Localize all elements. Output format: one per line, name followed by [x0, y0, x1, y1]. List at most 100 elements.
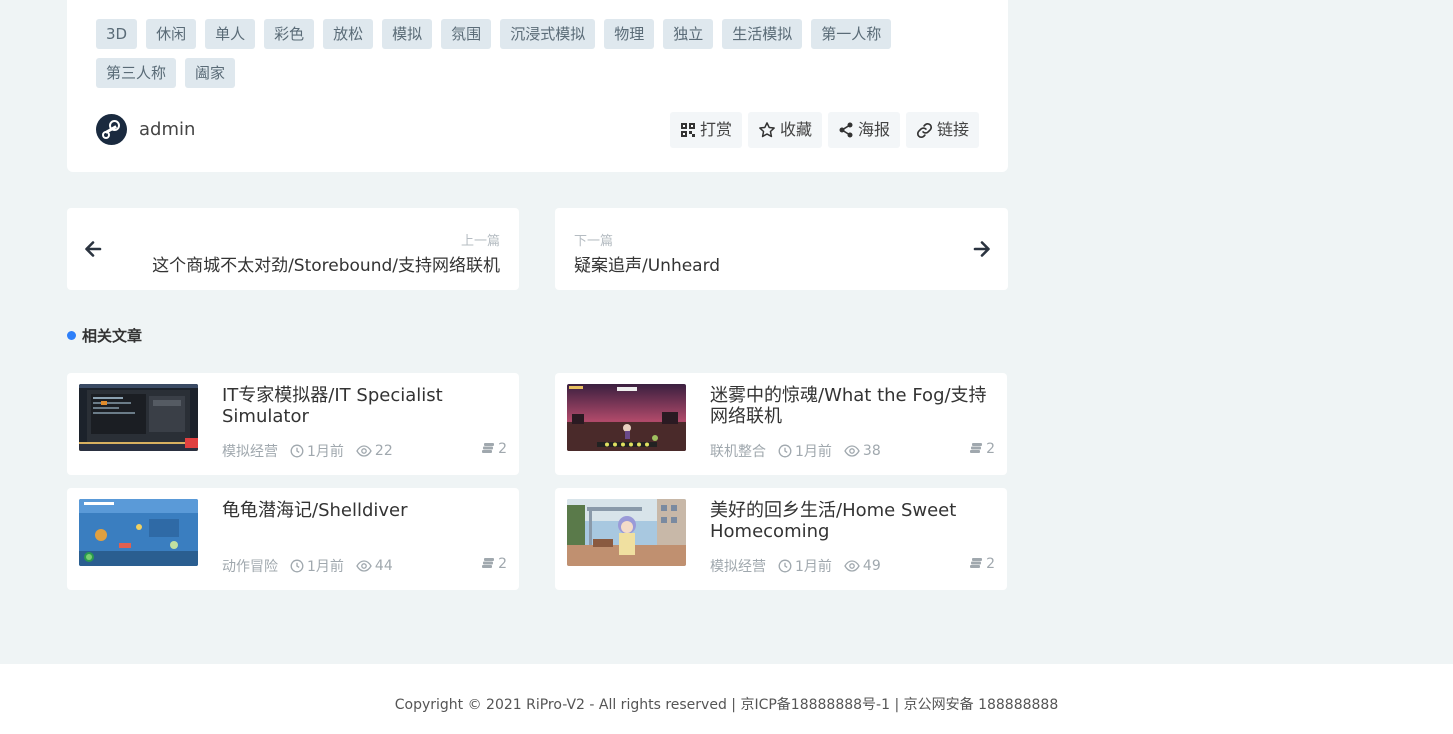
post-category[interactable]: 模拟经营 [222, 441, 278, 461]
favorite-button[interactable]: 收藏 [747, 112, 822, 148]
post-title[interactable]: 美好的回乡生活/Home Sweet Homecoming [710, 500, 995, 542]
tag[interactable]: 物理 [604, 19, 655, 49]
related-section-title: 相关文章 [67, 325, 142, 346]
clock-icon [778, 559, 792, 573]
post-time: 1月前 [290, 556, 344, 576]
post-time: 1月前 [778, 441, 832, 461]
post-meta: 模拟经营 1月前 49 [710, 556, 893, 576]
share-icon [838, 122, 854, 138]
post-time: 1月前 [290, 441, 344, 461]
post-meta: 模拟经营 1月前 22 [222, 441, 405, 461]
post-meta: 联机整合 1月前 38 [710, 441, 893, 461]
coin-count-text: 2 [498, 441, 507, 457]
tag[interactable]: 第三人称 [96, 58, 177, 88]
post-category[interactable]: 动作冒险 [222, 556, 278, 576]
clock-icon [290, 444, 304, 458]
next-label: 下一篇 [574, 234, 614, 249]
link-label: 链接 [936, 120, 969, 139]
post-views: 49 [844, 558, 881, 574]
tag[interactable]: 休闲 [146, 19, 197, 49]
eye-icon [356, 445, 372, 457]
post-views: 22 [356, 443, 393, 459]
post-coin-count: 2 [969, 556, 995, 572]
coins-icon [970, 558, 983, 568]
related-post-card[interactable]: IT专家模拟器/IT Specialist Simulator 模拟经营 1月前… [67, 373, 519, 475]
tag[interactable]: 阖家 [185, 58, 236, 88]
coin-count-text: 2 [986, 556, 995, 572]
related-post-card[interactable]: 迷雾中的惊魂/What the Fog/支持网络联机 联机整合 1月前 38 2 [555, 373, 1007, 475]
eye-icon [844, 445, 860, 457]
related-title-text: 相关文章 [82, 327, 143, 345]
tag[interactable]: 3D [96, 19, 138, 49]
tag[interactable]: 生活模拟 [722, 19, 803, 49]
tag[interactable]: 沉浸式模拟 [500, 19, 596, 49]
link-icon [916, 122, 933, 139]
post-coin-count: 2 [481, 441, 507, 457]
post-coin-count: 2 [969, 441, 995, 457]
tag[interactable]: 第一人称 [811, 19, 892, 49]
author-info[interactable]: admin [96, 114, 195, 145]
post-category[interactable]: 模拟经营 [710, 556, 766, 576]
poster-label: 海报 [857, 120, 890, 139]
bullet-dot-icon [67, 331, 76, 340]
post-title[interactable]: 龟龟潜海记/Shelldiver [222, 500, 507, 521]
favorite-label: 收藏 [779, 120, 812, 139]
tag[interactable]: 放松 [323, 19, 374, 49]
prev-post-link[interactable]: 上一篇 这个商城不太对劲/Storebound/支持网络联机 [67, 208, 519, 290]
coin-count-text: 2 [498, 556, 507, 572]
tag[interactable]: 彩色 [264, 19, 315, 49]
post-views-text: 44 [374, 558, 393, 574]
tag[interactable]: 氛围 [441, 19, 492, 49]
site-footer: Copyright © 2021 RiPro-V2 - All rights r… [0, 664, 1453, 734]
post-thumbnail[interactable] [567, 499, 686, 566]
next-post-link[interactable]: 下一篇 疑案追声/Unheard [555, 208, 1008, 290]
prev-title: 这个商城不太对劲/Storebound/支持网络联机 [152, 256, 500, 276]
post-time-text: 1月前 [307, 444, 344, 460]
related-post-card[interactable]: 美好的回乡生活/Home Sweet Homecoming 模拟经营 1月前 4… [555, 488, 1007, 590]
coins-icon [482, 558, 495, 568]
qrcode-icon [680, 122, 696, 138]
copyright-text: Copyright © 2021 RiPro-V2 - All rights r… [394, 697, 1059, 713]
star-icon [758, 121, 776, 139]
post-time-text: 1月前 [307, 559, 344, 575]
prev-label: 上一篇 [460, 234, 500, 249]
eye-icon [356, 560, 372, 572]
reward-button[interactable]: 打赏 [669, 112, 742, 148]
copy-link-button[interactable]: 链接 [905, 112, 979, 148]
related-post-card[interactable]: 龟龟潜海记/Shelldiver 动作冒险 1月前 44 2 [67, 488, 519, 590]
poster-button[interactable]: 海报 [827, 112, 900, 148]
post-thumbnail[interactable] [79, 499, 198, 566]
post-views-text: 49 [862, 558, 881, 574]
next-title: 疑案追声/Unheard [574, 256, 721, 276]
tag[interactable]: 单人 [205, 19, 256, 49]
tag-list: 3D 休闲 单人 彩色 放松 模拟 氛围 沉浸式模拟 物理 独立 生活模拟 第一… [96, 19, 976, 97]
reward-label: 打赏 [699, 120, 732, 139]
post-views-text: 38 [862, 443, 881, 459]
post-category[interactable]: 联机整合 [710, 441, 766, 461]
post-time-text: 1月前 [795, 559, 832, 575]
post-meta: 动作冒险 1月前 44 [222, 556, 405, 576]
arrow-left-icon [83, 239, 103, 263]
tag[interactable]: 独立 [663, 19, 714, 49]
tag[interactable]: 模拟 [382, 19, 433, 49]
clock-icon [778, 444, 792, 458]
post-views-text: 22 [374, 443, 393, 459]
post-actions: 打赏 收藏 海报 链接 [669, 112, 979, 148]
arrow-right-icon [972, 239, 992, 263]
post-time: 1月前 [778, 556, 832, 576]
steam-icon [96, 114, 127, 145]
post-views: 44 [356, 558, 393, 574]
post-thumbnail[interactable] [567, 384, 686, 451]
author-name[interactable]: admin [139, 119, 195, 140]
post-coin-count: 2 [481, 556, 507, 572]
coins-icon [970, 443, 983, 453]
post-thumbnail[interactable] [79, 384, 198, 451]
post-views: 38 [844, 443, 881, 459]
eye-icon [844, 560, 860, 572]
clock-icon [290, 559, 304, 573]
post-title[interactable]: IT专家模拟器/IT Specialist Simulator [222, 385, 507, 427]
post-time-text: 1月前 [795, 444, 832, 460]
post-title[interactable]: 迷雾中的惊魂/What the Fog/支持网络联机 [710, 385, 995, 427]
coins-icon [482, 443, 495, 453]
post-footer-card: 3D 休闲 单人 彩色 放松 模拟 氛围 沉浸式模拟 物理 独立 生活模拟 第一… [67, 0, 1008, 172]
